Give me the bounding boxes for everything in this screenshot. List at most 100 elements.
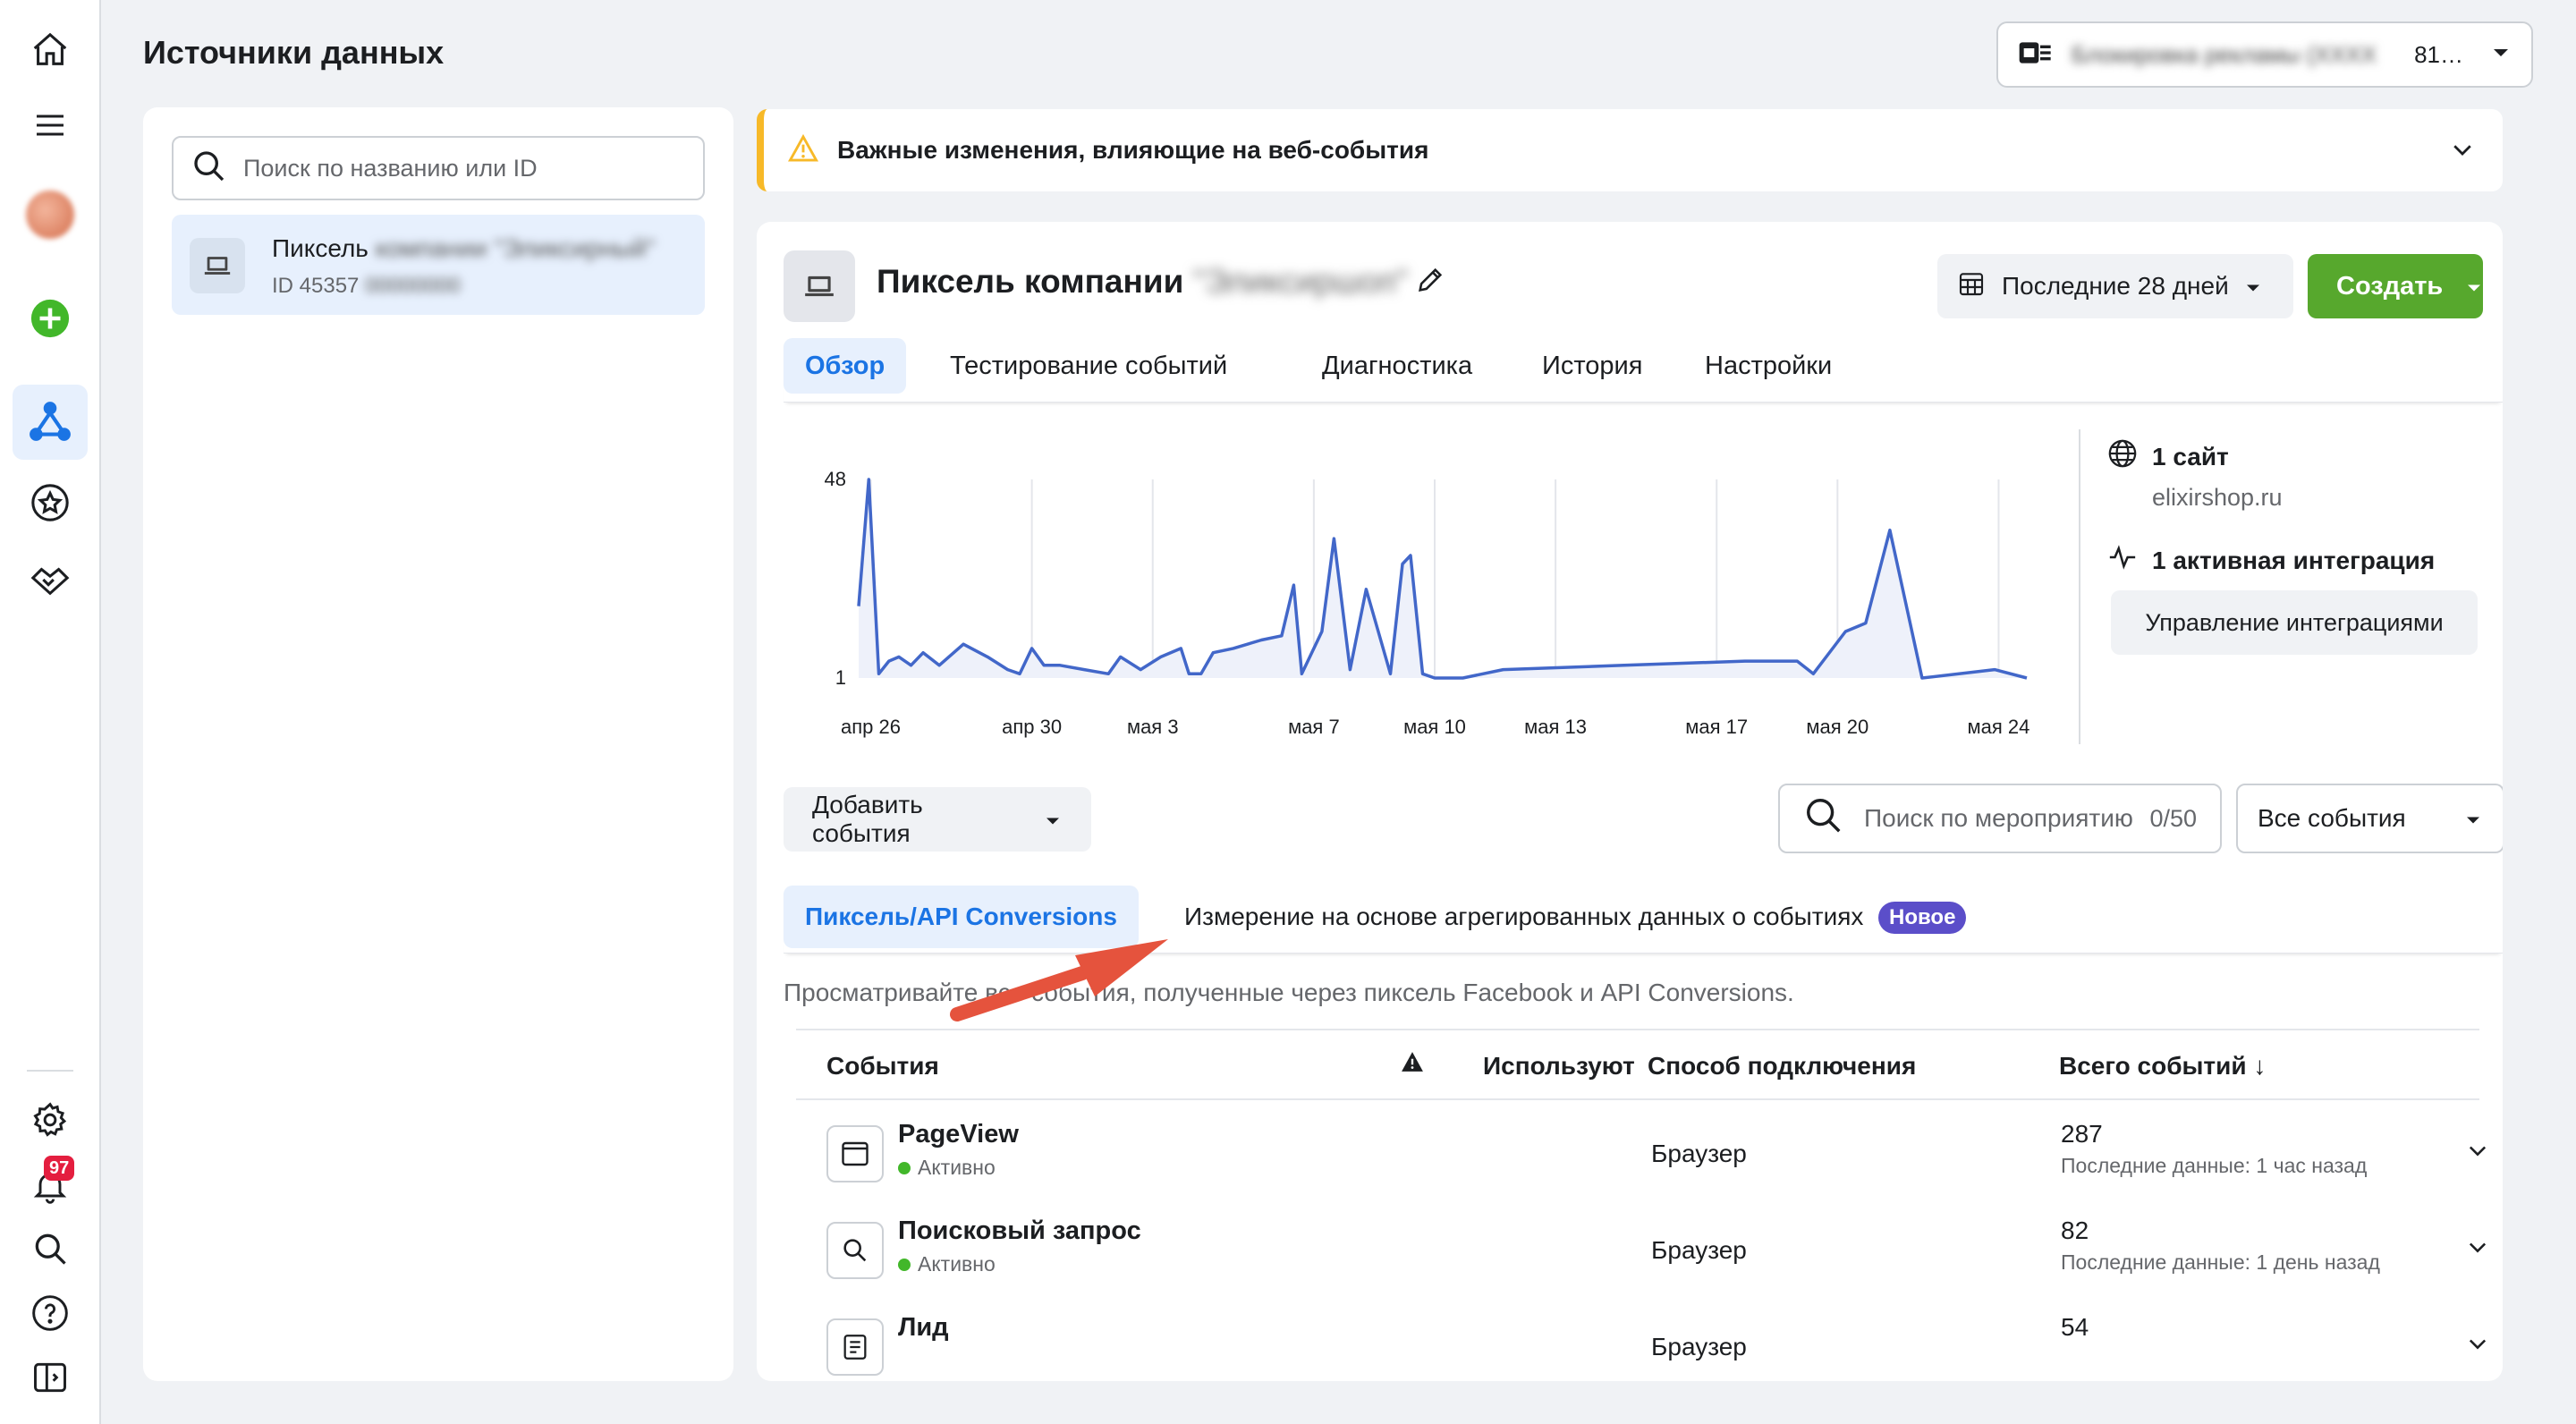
new-badge: Новое — [1878, 902, 1967, 934]
search-icon[interactable] — [23, 1222, 77, 1276]
page-title: Источники данных — [143, 34, 445, 71]
caret-down-icon — [1043, 805, 1063, 834]
sites-count: 1 сайт — [2152, 442, 2229, 470]
sites-row: 1 сайт — [2107, 438, 2483, 475]
tab-test-events[interactable]: Тестирование событий — [928, 338, 1249, 394]
event-total: 82 — [2061, 1216, 2089, 1244]
warning-icon — [787, 133, 819, 167]
chart-x-tick-label: мая 10 — [1403, 716, 1466, 738]
data-sources-list-panel: Поиск по названию или ID Пиксель компани… — [143, 107, 733, 1381]
menu-icon[interactable] — [23, 98, 77, 152]
events-manager-icon[interactable] — [13, 385, 88, 460]
chart-series-area — [859, 479, 2027, 678]
business-account-icon — [2018, 35, 2054, 75]
help-icon[interactable] — [23, 1286, 77, 1340]
handshake-icon[interactable] — [23, 553, 77, 606]
gear-icon[interactable] — [23, 1093, 77, 1147]
event-name: PageView — [898, 1120, 1019, 1149]
event-status: Активно — [898, 1252, 996, 1276]
source-search-placeholder: Поиск по названию или ID — [243, 154, 538, 182]
left-nav-rail: 97 — [0, 0, 101, 1424]
chart-y-tick-label: 48 — [825, 468, 846, 490]
events-description: Просматривайте все события, полученные ч… — [784, 979, 1794, 1006]
chart-x-tick-label: апр 26 — [841, 716, 901, 738]
event-name: Лид — [898, 1313, 949, 1342]
create-button-label: Создать — [2336, 271, 2444, 301]
chart-x-tick-label: мая 17 — [1685, 716, 1748, 738]
globe-icon — [2107, 438, 2138, 475]
chart-divider — [2079, 429, 2080, 744]
event-status-label: Активно — [918, 1252, 996, 1276]
event-search-placeholder: Поиск по мероприятию — [1864, 804, 2133, 832]
account-name: Блокировка рекламы (ХХХХ — [2072, 40, 2377, 68]
account-selector[interactable]: Блокировка рекламы (ХХХХ 81… — [1996, 21, 2533, 88]
search-icon — [191, 148, 227, 189]
event-total: 287 — [2061, 1120, 2103, 1148]
table-row[interactable]: PageView Активно Браузер 287 Последние д… — [796, 1102, 2487, 1199]
pixel-title: Пиксель компании "Эликсиршоп" — [877, 263, 1409, 300]
manage-integrations-button[interactable]: Управление интеграциями — [2111, 590, 2478, 655]
avatar[interactable] — [23, 188, 77, 242]
tab-overview[interactable]: Обзор — [784, 338, 907, 394]
event-status: Активно — [898, 1156, 996, 1180]
source-list-item[interactable]: Пиксель компании "Эликсирный" ID 45357 0… — [172, 215, 705, 315]
tab-diagnostics[interactable]: Диагностика — [1301, 338, 1494, 394]
chart-x-tick-label: мая 13 — [1524, 716, 1587, 738]
date-range-selector[interactable]: Последние 28 дней — [1937, 254, 2293, 318]
warning-icon — [1401, 1050, 1424, 1079]
edit-pencil-icon[interactable] — [1415, 265, 1445, 300]
event-source-tabs: Пиксель/API Conversions Измерение на осн… — [784, 886, 2503, 954]
tab-history[interactable]: История — [1521, 338, 1664, 394]
status-dot — [898, 1161, 911, 1174]
home-icon[interactable] — [23, 23, 77, 77]
active-integrations-label: 1 активная интеграция — [2152, 546, 2436, 574]
event-connection: Браузер — [1651, 1333, 1747, 1360]
source-name: Пиксель компании "Эликсирный" — [272, 234, 656, 262]
source-search-input[interactable]: Поиск по названию или ID — [172, 136, 705, 200]
source-id: ID 45357 00000000 — [272, 274, 461, 298]
rail-divider — [27, 1070, 73, 1072]
col-used-by[interactable]: Используют — [1483, 1052, 1635, 1081]
event-search-counter: 0/50 — [2149, 804, 2197, 832]
chevron-down-icon — [2490, 46, 2512, 64]
event-filter-select[interactable]: Все события — [2236, 784, 2503, 853]
create-button[interactable]: Создать — [2308, 254, 2483, 318]
event-total: 54 — [2061, 1313, 2089, 1341]
chevron-down-icon[interactable] — [2465, 1331, 2490, 1360]
events-table-header: События Используют Способ подключения Вс… — [796, 1029, 2479, 1100]
event-search-input[interactable]: Поиск по мероприятию 0/50 — [1778, 784, 2222, 853]
table-row[interactable]: Лид Браузер 54 — [796, 1295, 2487, 1381]
tab-pixel-api-conversions[interactable]: Пиксель/API Conversions — [784, 886, 1139, 948]
search-icon — [1803, 795, 1844, 843]
date-range-label: Последние 28 дней — [2002, 272, 2229, 300]
table-row[interactable]: Поисковый запрос Активно Браузер 82 Посл… — [796, 1199, 2487, 1295]
site-url[interactable]: elixirshop.ru — [2152, 484, 2483, 512]
create-plus-icon[interactable] — [23, 292, 77, 345]
chevron-down-icon[interactable] — [2465, 1234, 2490, 1264]
caret-down-icon — [2463, 804, 2483, 833]
chevron-down-icon[interactable] — [2449, 136, 2476, 167]
chart-y-tick-label: 1 — [835, 666, 846, 689]
chevron-down-icon[interactable] — [2465, 1138, 2490, 1167]
col-total-events[interactable]: Всего событий ↓ — [2059, 1052, 2266, 1081]
col-events[interactable]: События — [826, 1052, 939, 1081]
chart-x-tick-label: мая 3 — [1127, 716, 1179, 738]
caret-down-icon — [2243, 272, 2263, 301]
star-icon[interactable] — [23, 476, 77, 530]
important-changes-alert[interactable]: Важные изменения, влияющие на веб-событи… — [757, 109, 2503, 191]
activity-pulse-icon — [2107, 542, 2138, 579]
tab-settings[interactable]: Настройки — [1683, 338, 1853, 394]
event-filter-label: Все события — [2258, 804, 2406, 832]
chart-x-tick-label: мая 7 — [1288, 716, 1340, 738]
laptop-icon — [190, 238, 245, 293]
laptop-icon — [784, 250, 855, 322]
account-name-tail: 81… — [2414, 40, 2463, 68]
col-connection[interactable]: Способ подключения — [1648, 1052, 1916, 1081]
alert-text: Важные изменения, влияющие на веб-событи… — [837, 136, 1429, 164]
tab-aggregated-event-measurement[interactable]: Измерение на основе агрегированных данны… — [1163, 886, 1885, 948]
active-integrations-row: 1 активная интеграция — [2107, 542, 2483, 579]
add-events-button[interactable]: Добавить события — [784, 787, 1091, 852]
chart-x-tick-label: мая 24 — [1968, 716, 2030, 738]
notifications-badge: 97 — [44, 1156, 75, 1181]
collapse-sidebar-icon[interactable] — [23, 1351, 77, 1404]
